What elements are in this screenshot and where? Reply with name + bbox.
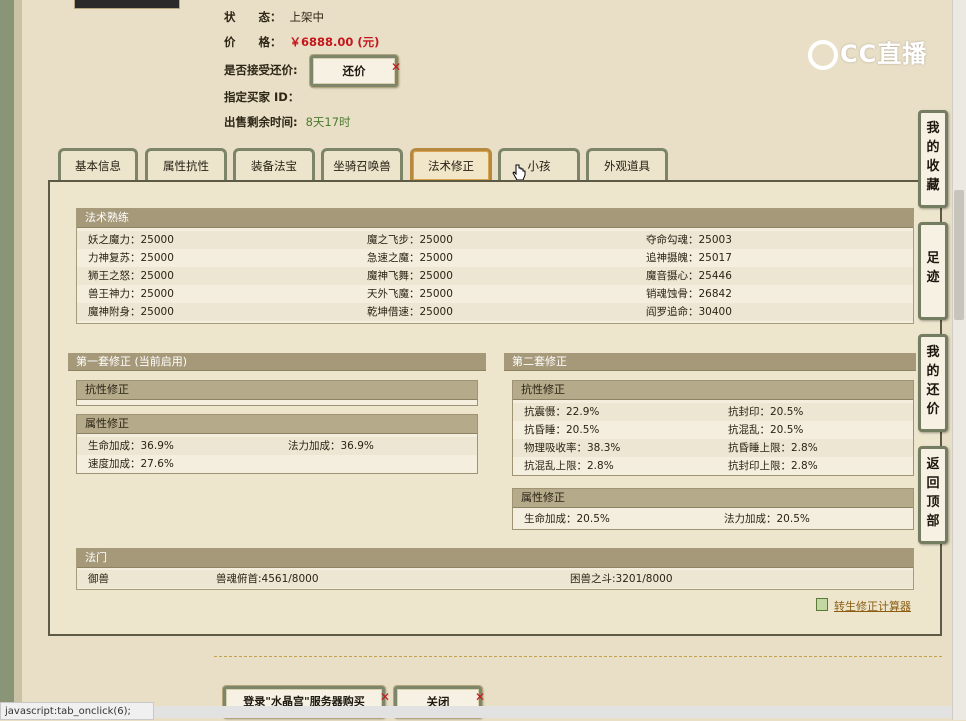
back-to-top-button[interactable]: 返回顶部 — [918, 446, 948, 544]
tab-child[interactable]: 小孩 — [498, 148, 580, 180]
skill-cell: 狮王之怒：25000 — [88, 270, 174, 282]
skill-cell: 追神摄魄：25017 — [646, 252, 732, 264]
tab-appearance[interactable]: 外观道具 — [586, 148, 668, 180]
tab-label: 装备法宝 — [251, 159, 297, 173]
counter-offer-button-label: 还价 — [342, 64, 366, 78]
status-row: 状 态： 上架中 — [224, 8, 324, 26]
set2-attr-cell: 生命加成：20.5% — [524, 513, 610, 525]
skill-cell: 阎罗追命：30400 — [646, 306, 732, 318]
set1-resist-section: 抗性修正 — [76, 380, 478, 406]
skill-cell: 销魂蚀骨：26842 — [646, 288, 732, 300]
skill-cell: 魔神飞舞：25000 — [367, 270, 453, 282]
set2-resist-cell: 抗封印上限：2.8% — [728, 460, 818, 472]
vertical-scrollbar[interactable] — [952, 0, 966, 720]
browser-status-bar: javascript:tab_onclick(6); — [0, 702, 154, 720]
method-cell: 困兽之斗:3201/8000 — [570, 573, 673, 585]
set2-resist-cell: 抗混乱：20.5% — [728, 424, 804, 436]
price-label: 价 格： — [224, 35, 282, 49]
side-button-label: 足迹 — [926, 251, 940, 285]
calc-link-label: 转生修正计算器 — [834, 600, 911, 613]
set2-resist-cell: 物理吸收率：38.3% — [524, 442, 621, 454]
set1-title: 第一套修正 (当前启用) — [68, 353, 486, 371]
tab-label: 外观道具 — [604, 159, 650, 173]
item-thumbnail[interactable] — [74, 0, 180, 9]
tab-label: 属性抗性 — [163, 159, 209, 173]
price-value: ￥6888.00 (元) — [289, 35, 380, 49]
tab-label: 基本信息 — [75, 159, 121, 173]
my-counter-offers-button[interactable]: 我的还价 — [918, 334, 948, 432]
footprint-button[interactable]: 足迹 — [918, 222, 948, 320]
method-cell: 兽魂俯首:4561/8000 — [216, 573, 319, 585]
divider — [214, 656, 942, 657]
left-frame-inner — [14, 0, 22, 720]
status-bar-text: javascript:tab_onclick(6); — [5, 706, 131, 717]
set1-attr-title: 属性修正 — [77, 415, 477, 434]
tab-spell-correction[interactable]: 法术修正 — [410, 148, 492, 180]
skill-cell: 魔之飞步：25000 — [367, 234, 453, 246]
tab-label: 坐骑召唤兽 — [333, 159, 391, 173]
set2-resist-cell: 抗封印：20.5% — [728, 406, 804, 418]
buyer-label: 指定买家 ID： — [224, 90, 300, 104]
set2-attr-title: 属性修正 — [513, 489, 913, 508]
my-favorites-button[interactable]: 我的收藏 — [918, 110, 948, 208]
skill-row — [77, 231, 913, 249]
skill-cell: 魔音摄心：25446 — [646, 270, 732, 282]
status-label: 状 态： — [224, 10, 282, 24]
remain-value: 8天17时 — [305, 115, 351, 129]
set1-attr-cell: 生命加成：36.9% — [88, 440, 174, 452]
skill-cell: 天外飞魔：25000 — [367, 288, 453, 300]
cc-live-logo: CC直播 — [808, 34, 927, 70]
skill-row — [77, 303, 913, 321]
tab-mounts-pets[interactable]: 坐骑召唤兽 — [321, 148, 403, 180]
remain-label: 出售剩余时间: — [224, 115, 298, 129]
set2-resist-cell: 抗震慑：22.9% — [524, 406, 600, 418]
tab-equipment[interactable]: 装备法宝 — [233, 148, 315, 180]
logo-text: CC直播 — [840, 40, 928, 68]
skill-cell: 夺命勾魂：25003 — [646, 234, 732, 246]
scrollbar-thumb[interactable] — [954, 190, 964, 320]
counter-offer-row: 是否接受还价: — [224, 61, 298, 79]
skills-section-title: 法术熟练 — [77, 209, 913, 228]
buyer-row: 指定买家 ID： — [224, 88, 307, 106]
counter-offer-button[interactable]: 还价 — [309, 54, 399, 88]
method-row — [77, 570, 913, 588]
skill-cell: 魔神附身：25000 — [88, 306, 174, 318]
set2-resist-title: 抗性修正 — [513, 381, 913, 400]
remain-row: 出售剩余时间: 8天17时 — [224, 113, 351, 131]
method-section-title: 法门 — [77, 549, 913, 568]
set1-resist-title: 抗性修正 — [77, 381, 477, 400]
set2-title: 第二套修正 — [504, 353, 916, 371]
skill-row — [77, 267, 913, 285]
close-mark-icon: ✕ — [380, 690, 391, 704]
tab-attributes[interactable]: 属性抗性 — [145, 148, 227, 180]
tab-label: 法术修正 — [428, 159, 474, 173]
close-mark-icon: ✕ — [391, 60, 402, 74]
side-button-label: 我的收藏 — [926, 121, 940, 193]
close-mark-icon: ✕ — [475, 690, 486, 704]
set2-attr-cell: 法力加成：20.5% — [724, 513, 810, 525]
set1-attr-cell: 速度加成：27.6% — [88, 458, 174, 470]
set1-attr-cell: 法力加成：36.9% — [288, 440, 374, 452]
set2-resist-cell: 抗混乱上限：2.8% — [524, 460, 614, 472]
price-row: 价 格： ￥6888.00 (元) — [224, 33, 379, 51]
tab-basic-info[interactable]: 基本信息 — [58, 148, 138, 180]
skill-cell: 妖之魔力：25000 — [88, 234, 174, 246]
skill-cell: 兽王神力：25000 — [88, 288, 174, 300]
skill-cell: 急速之魔：25000 — [367, 252, 453, 264]
skill-cell: 乾坤借速：25000 — [367, 306, 453, 318]
side-button-label: 返回顶部 — [926, 457, 940, 529]
set2-resist-cell: 抗昏睡：20.5% — [524, 424, 600, 436]
cc-logo-icon — [808, 40, 838, 70]
calculator-icon — [816, 598, 828, 611]
status-value: 上架中 — [289, 10, 325, 24]
horizontal-scrollbar[interactable] — [154, 706, 952, 718]
rebirth-calculator-link[interactable]: 转生修正计算器 — [816, 598, 911, 614]
method-cell: 御兽 — [88, 573, 109, 585]
tab-label: 小孩 — [527, 159, 551, 173]
skill-cell: 力神复苏：25000 — [88, 252, 174, 264]
counter-offer-label: 是否接受还价: — [224, 63, 298, 77]
set2-resist-cell: 抗昏睡上限：2.8% — [728, 442, 818, 454]
side-button-label: 我的还价 — [926, 345, 940, 417]
